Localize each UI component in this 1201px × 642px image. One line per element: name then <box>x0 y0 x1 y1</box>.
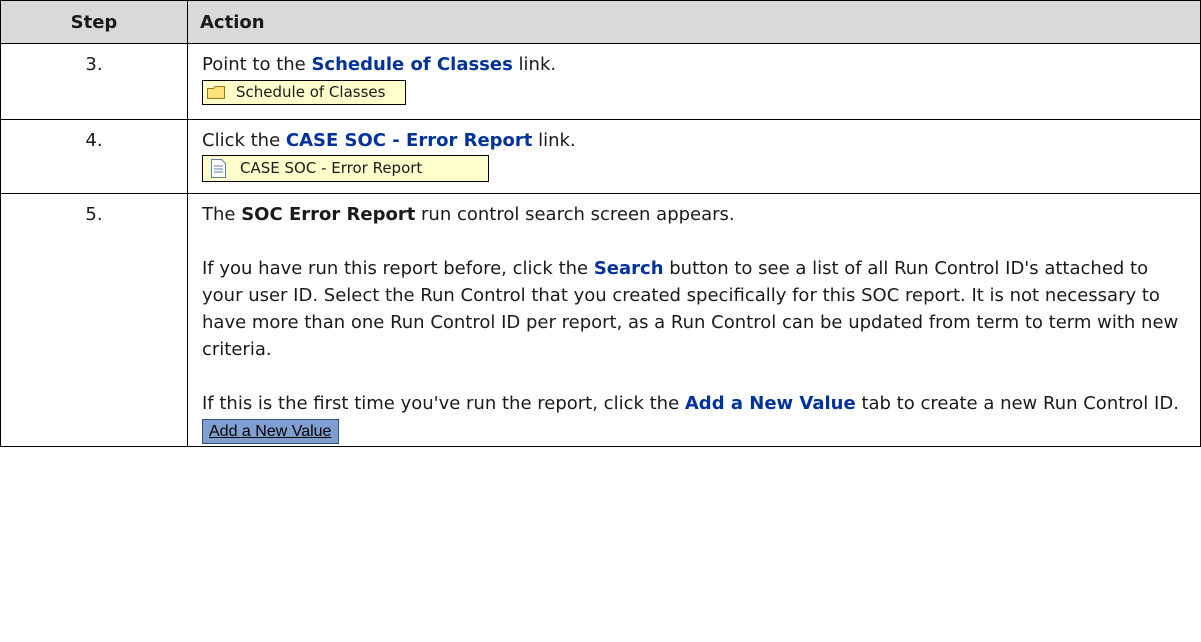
table-row: 5. The SOC Error Report run control sear… <box>0 193 1201 447</box>
action-cell: The SOC Error Report run control search … <box>187 193 1201 447</box>
step-number: 5. <box>0 193 188 447</box>
link-name: Schedule of Classes <box>311 54 513 75</box>
instruction-text: Click the CASE SOC - Error Report link. <box>202 130 576 151</box>
table-row: 4. Click the CASE SOC - Error Report lin… <box>0 119 1201 194</box>
schedule-of-classes-link-label: Schedule of Classes <box>236 83 386 101</box>
folder-icon <box>207 86 225 99</box>
procedure-table: Step Action 3. Point to the Schedule of … <box>0 0 1201 447</box>
add-a-new-value-tab-label: Add a New Value <box>209 423 332 440</box>
step-number: 3. <box>0 43 188 120</box>
instruction-text: The SOC Error Report run control search … <box>202 204 735 225</box>
screen-name: SOC Error Report <box>241 204 416 225</box>
action-cell: Click the CASE SOC - Error Report link. … <box>187 119 1201 194</box>
document-icon <box>211 159 226 178</box>
case-soc-error-report-link[interactable]: CASE SOC - Error Report <box>202 155 489 182</box>
schedule-of-classes-link[interactable]: Schedule of Classes <box>202 80 406 105</box>
add-a-new-value-tab[interactable]: Add a New Value <box>202 419 339 444</box>
action-cell: Point to the Schedule of Classes link. S… <box>187 43 1201 120</box>
column-header-action: Action <box>187 0 1201 44</box>
instruction-text: If you have run this report before, clic… <box>202 258 1179 360</box>
instruction-text: Point to the Schedule of Classes link. <box>202 54 557 75</box>
step-number: 4. <box>0 119 188 194</box>
table-header-row: Step Action <box>0 0 1201 44</box>
button-name: Search <box>593 258 664 279</box>
column-header-step: Step <box>0 0 188 44</box>
case-soc-error-report-link-label: CASE SOC - Error Report <box>240 159 423 177</box>
table-row: 3. Point to the Schedule of Classes link… <box>0 43 1201 120</box>
instruction-text: If this is the first time you've run the… <box>202 393 1179 414</box>
link-name: CASE SOC - Error Report <box>285 130 533 151</box>
tab-name: Add a New Value <box>684 393 856 414</box>
